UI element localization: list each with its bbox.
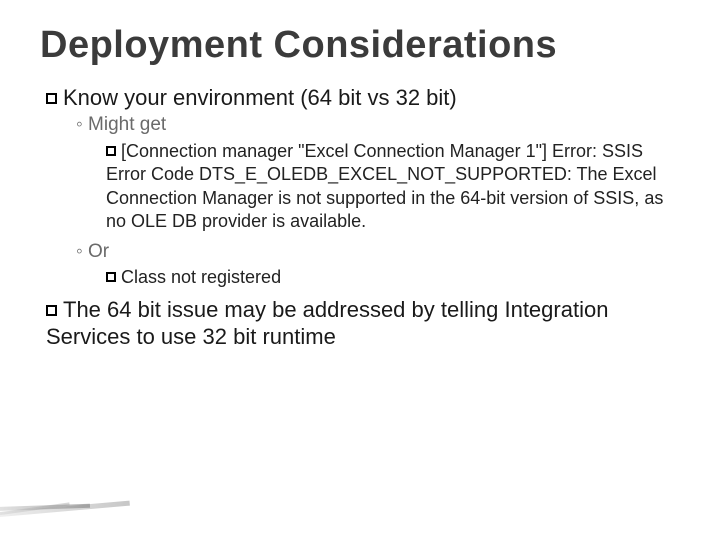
bullet-text: [Connection manager "Excel Connection Ma… — [106, 141, 663, 231]
bullet-text: Know your environment (64 bit vs 32 bit) — [63, 85, 457, 110]
bullet-level2: Or — [76, 240, 680, 265]
bullet-level3: [Connection manager "Excel Connection Ma… — [106, 140, 666, 234]
square-bullet-icon — [106, 272, 116, 282]
bullet-level1: The 64 bit issue may be addressed by tel… — [46, 296, 680, 351]
slide: Deployment Considerations Know your envi… — [0, 0, 720, 540]
slide-decor — [0, 498, 170, 516]
square-bullet-icon — [46, 305, 57, 316]
slide-body: Know your environment (64 bit vs 32 bit)… — [40, 84, 680, 351]
square-bullet-icon — [46, 93, 57, 104]
slide-title: Deployment Considerations — [40, 26, 680, 66]
bullet-text: Or — [88, 241, 109, 262]
bullet-text: Class not registered — [121, 267, 281, 287]
square-bullet-icon — [106, 146, 116, 156]
bullet-level1: Know your environment (64 bit vs 32 bit) — [46, 84, 680, 112]
bullet-level2: Might get — [76, 113, 680, 138]
bullet-text: Might get — [88, 114, 166, 135]
bullet-level3: Class not registered — [106, 266, 666, 289]
bullet-text: The 64 bit issue may be addressed by tel… — [46, 297, 608, 350]
